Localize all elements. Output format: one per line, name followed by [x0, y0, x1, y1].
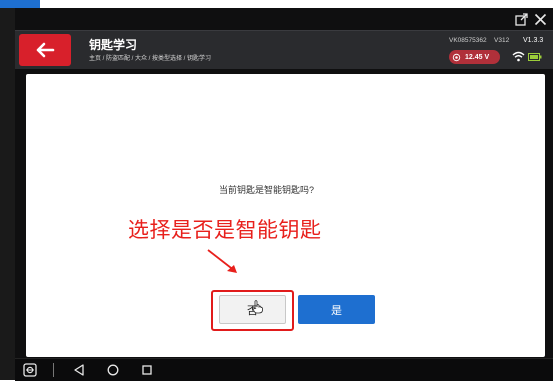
wifi-icon	[512, 51, 525, 62]
cursor-icon	[252, 300, 263, 314]
yes-button[interactable]: 是	[298, 295, 375, 324]
nav-divider	[53, 363, 54, 377]
vin-label: VK08575362	[449, 37, 487, 44]
app-version-label: V1.3.3	[523, 37, 544, 44]
voltage-badge: 12.45 V	[449, 50, 500, 64]
version-label: V312	[494, 37, 510, 44]
app-switch-icon[interactable]	[23, 363, 37, 382]
breadcrumb: 主页 / 防盗匹配 / 大众 / 按类型选择 / 钥匙学习	[89, 56, 212, 62]
annotation-arrow-icon	[207, 249, 237, 273]
app-header: 钥匙学习 主页 / 防盗匹配 / 大众 / 按类型选择 / 钥匙学习 VK085…	[15, 30, 553, 69]
device-screen: 钥匙学习 主页 / 防盗匹配 / 大众 / 按类型选择 / 钥匙学习 VK085…	[15, 8, 553, 381]
question-text: 当前钥匙是智能钥匙吗?	[219, 185, 315, 195]
close-icon[interactable]	[534, 13, 547, 26]
dialog-panel: 当前钥匙是智能钥匙吗? 选择是否是智能钥匙 否 是	[26, 74, 545, 357]
back-nav-icon[interactable]	[73, 363, 85, 382]
arrow-left-icon	[36, 42, 55, 58]
back-button[interactable]	[19, 34, 71, 66]
yes-button-label: 是	[331, 304, 342, 317]
recents-nav-icon[interactable]	[140, 363, 154, 382]
window-controls	[515, 8, 547, 30]
gear-icon	[452, 53, 461, 61]
annotation-text: 选择是否是智能钥匙	[128, 219, 322, 242]
voltage-value: 12.45 V	[465, 53, 490, 61]
corner-accent	[0, 0, 40, 8]
android-nav-bar	[15, 358, 553, 381]
page-title: 钥匙学习	[89, 38, 138, 52]
external-link-icon[interactable]	[515, 12, 528, 26]
battery-icon	[528, 53, 542, 61]
home-nav-icon[interactable]	[106, 363, 120, 382]
